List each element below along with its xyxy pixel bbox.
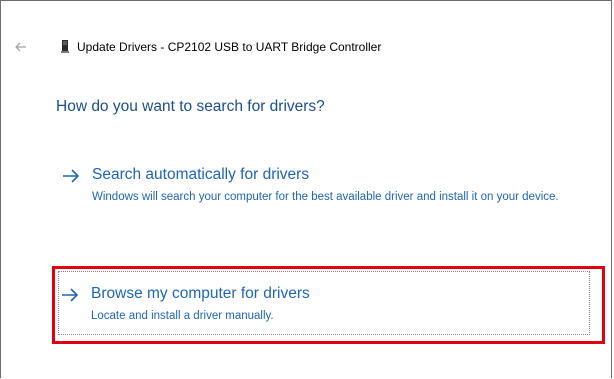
search-automatically-description: Windows will search your computer for th… [92, 191, 559, 203]
usb-device-icon [61, 40, 69, 53]
window-title: Update Drivers - CP2102 USB to UART Brid… [77, 40, 382, 54]
back-button[interactable] [14, 37, 32, 57]
arrow-right-icon [62, 288, 79, 302]
browse-computer-description: Locate and install a driver manually. [91, 310, 274, 322]
arrow-left-icon [15, 42, 26, 52]
search-automatically-title: Search automatically for drivers [92, 166, 310, 183]
browse-computer-title: Browse my computer for drivers [91, 285, 310, 302]
search-automatically-option[interactable]: Search automatically for drivers Windows… [51, 165, 601, 227]
title-bar: Update Drivers - CP2102 USB to UART Brid… [1, 37, 611, 57]
browse-computer-option[interactable]: Browse my computer for drivers Locate an… [51, 265, 601, 343]
page-heading: How do you want to search for drivers? [56, 98, 325, 115]
arrow-right-icon [63, 169, 80, 183]
update-drivers-dialog: Update Drivers - CP2102 USB to UART Brid… [0, 0, 612, 378]
